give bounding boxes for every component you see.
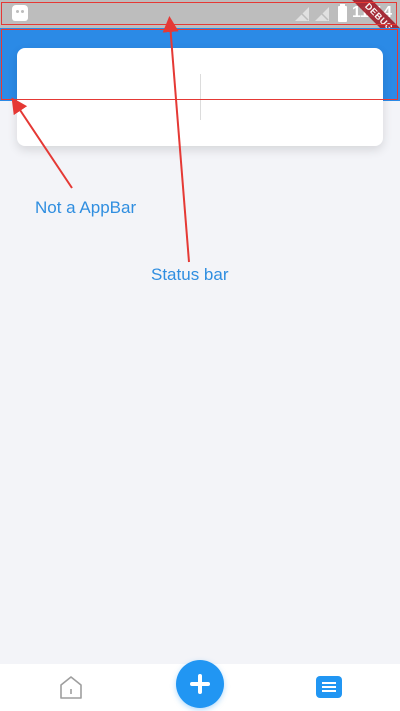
appbar-annotation-label: Not a AppBar xyxy=(35,198,137,217)
add-button[interactable] xyxy=(176,660,224,708)
status-arrow xyxy=(162,16,190,263)
home-icon[interactable] xyxy=(58,674,84,700)
list-icon[interactable] xyxy=(316,676,342,698)
annotation-arrows xyxy=(11,16,190,263)
appbar-arrow xyxy=(11,97,73,189)
status-annotation-label: Status bar xyxy=(151,265,229,284)
